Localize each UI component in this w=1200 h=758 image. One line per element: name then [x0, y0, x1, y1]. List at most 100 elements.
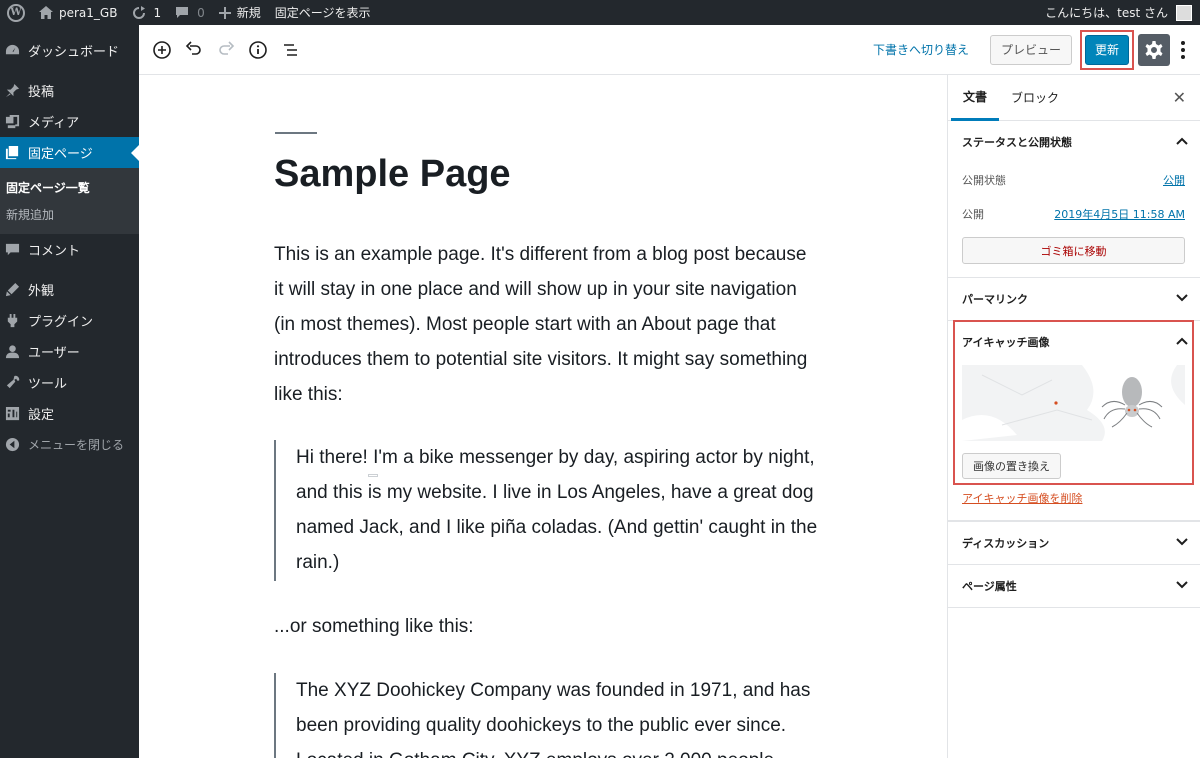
sidebar-item-label: 投稿	[28, 85, 55, 100]
quote-block[interactable]: The XYZ Doohickey Company was founded in…	[274, 673, 824, 758]
visibility-label: 公開状態	[962, 174, 1006, 187]
sidebar-item-label: ダッシュボード	[28, 45, 120, 60]
undo-icon	[185, 40, 201, 55]
add-circle-icon	[153, 40, 171, 59]
panel-toggle-discussion[interactable]: ディスカッション	[948, 522, 1200, 564]
submenu-item-all-pages[interactable]: 固定ページ一覧	[0, 174, 139, 201]
admin-sidebar: ダッシュボード 投稿 メディア 固定ページ 固定ページ一覧 新規追加 コメント …	[0, 25, 139, 758]
block-navigation-button[interactable]	[274, 34, 306, 66]
add-block-button[interactable]	[146, 34, 178, 66]
sidebar-item-pages[interactable]: 固定ページ	[0, 137, 139, 168]
publish-label: 公開	[962, 208, 984, 221]
comments-count: 0	[197, 5, 205, 20]
sidebar-item-tools[interactable]: ツール	[0, 367, 139, 398]
panel-toggle-status[interactable]: ステータスと公開状態	[948, 121, 1200, 163]
more-dot	[1181, 54, 1185, 59]
move-to-trash-button[interactable]: ゴミ箱に移動	[962, 237, 1185, 264]
new-label: 新規	[236, 6, 261, 20]
featured-image-preview[interactable]	[962, 365, 1185, 441]
sidebar-item-label: ユーザー	[28, 346, 80, 361]
chevron-down-icon	[1176, 536, 1188, 546]
redo-button[interactable]	[210, 34, 242, 66]
panel-title: ページ属性	[962, 580, 1017, 593]
sidebar-tabs: 文書 ブロック ✕	[948, 75, 1200, 121]
settings-toggle-button[interactable]	[1138, 33, 1170, 66]
updates-link[interactable]: 1	[124, 0, 168, 25]
refresh-icon	[133, 5, 146, 19]
block-insertion-marker	[368, 474, 378, 477]
avatar[interactable]	[1176, 4, 1192, 21]
chevron-down-icon	[1176, 292, 1188, 302]
sidebar-item-comments[interactable]: コメント	[0, 234, 139, 265]
users-icon	[4, 344, 20, 360]
sidebar-item-label: 設定	[28, 408, 55, 423]
pages-icon	[4, 145, 20, 161]
more-menu-button[interactable]	[1174, 34, 1192, 66]
new-content-link[interactable]: 新規	[212, 0, 268, 25]
admin-bar: W pera1_GB 1 0 新規 固定ページを表示 こんにちは、test さん	[0, 0, 1200, 25]
quote-block[interactable]: Hi there! I'm a bike messenger by day, a…	[274, 440, 824, 581]
list-outline-icon	[284, 43, 297, 56]
panel-toggle-page-attributes[interactable]: ページ属性	[948, 565, 1200, 607]
title-separator	[275, 132, 317, 134]
update-button[interactable]: 更新	[1085, 34, 1129, 65]
home-icon	[39, 6, 53, 19]
plus-icon	[218, 6, 231, 19]
sidebar-item-label: プラグイン	[28, 315, 94, 330]
sidebar-item-plugins[interactable]: プラグイン	[0, 305, 139, 336]
sidebar-item-users[interactable]: ユーザー	[0, 336, 139, 367]
user-greeting[interactable]: こんにちは、test さん	[1045, 4, 1168, 21]
wordpress-logo-icon[interactable]: W	[0, 0, 32, 25]
plugin-icon	[4, 313, 20, 329]
comments-link[interactable]: 0	[168, 0, 212, 25]
collapse-menu-button[interactable]: メニューを閉じる	[0, 429, 139, 460]
undo-button[interactable]	[178, 34, 210, 66]
submenu-item-add-new[interactable]: 新規追加	[0, 201, 139, 228]
sidebar-item-label: コメント	[28, 244, 81, 259]
sidebar-item-posts[interactable]: 投稿	[0, 75, 139, 106]
paragraph-block[interactable]: ...or something like this:	[274, 609, 819, 644]
sidebar-item-settings[interactable]: 設定	[0, 398, 139, 429]
panel-title: パーマリンク	[962, 293, 1028, 306]
settings-icon	[4, 406, 20, 422]
pin-icon	[4, 83, 20, 99]
page-title[interactable]: Sample Page	[274, 153, 511, 196]
tab-document[interactable]: 文書	[951, 75, 1000, 121]
editor-header: 下書きへ切り替え プレビュー 更新	[139, 25, 1200, 75]
switch-to-draft-link[interactable]: 下書きへ切り替え	[873, 41, 969, 58]
sidebar-item-dashboard[interactable]: ダッシュボード	[0, 35, 139, 66]
sidebar-item-label: 外観	[28, 284, 55, 299]
sidebar-item-media[interactable]: メディア	[0, 106, 139, 137]
panel-toggle-permalink[interactable]: パーマリンク	[948, 278, 1200, 320]
preview-button[interactable]: プレビュー	[989, 34, 1072, 65]
chevron-down-icon	[1176, 579, 1188, 589]
appearance-icon	[4, 282, 20, 298]
dashboard-icon	[4, 43, 20, 59]
site-name-link[interactable]: pera1_GB	[32, 0, 124, 25]
status-visibility-panel: ステータスと公開状態 公開状態 公開 公開 2019年4月5日 11:58 AM…	[948, 121, 1200, 278]
close-icon[interactable]: ✕	[1173, 88, 1186, 107]
view-page-label: 固定ページを表示	[274, 6, 371, 20]
discussion-panel: ディスカッション	[948, 521, 1200, 565]
replace-image-button[interactable]: 画像の置き換え	[962, 453, 1061, 479]
visibility-link[interactable]: 公開	[1163, 172, 1185, 188]
map-spider-image	[962, 365, 1185, 441]
remove-featured-image-link[interactable]: アイキャッチ画像を削除	[962, 490, 1082, 506]
gear-icon	[1145, 40, 1163, 59]
tab-block[interactable]: ブロック	[999, 75, 1071, 121]
site-name-label: pera1_GB	[59, 5, 118, 20]
settings-sidebar: 文書 ブロック ✕ ステータスと公開状態 公開状態 公開 公開 2019年4月5…	[947, 75, 1200, 758]
panel-title: ディスカッション	[962, 537, 1050, 550]
sidebar-item-label: ツール	[28, 377, 68, 392]
sidebar-item-appearance[interactable]: 外観	[0, 274, 139, 305]
info-icon	[249, 40, 267, 59]
comment-icon	[4, 242, 20, 258]
panel-title: ステータスと公開状態	[962, 136, 1072, 149]
view-page-link[interactable]: 固定ページを表示	[268, 0, 378, 25]
collapse-label: メニューを閉じる	[28, 438, 125, 452]
more-dot	[1181, 47, 1185, 52]
paragraph-block[interactable]: This is an example page. It's different …	[274, 237, 819, 412]
content-info-button[interactable]	[242, 34, 274, 66]
redo-icon	[219, 40, 235, 55]
publish-date-link[interactable]: 2019年4月5日 11:58 AM	[1054, 206, 1185, 222]
